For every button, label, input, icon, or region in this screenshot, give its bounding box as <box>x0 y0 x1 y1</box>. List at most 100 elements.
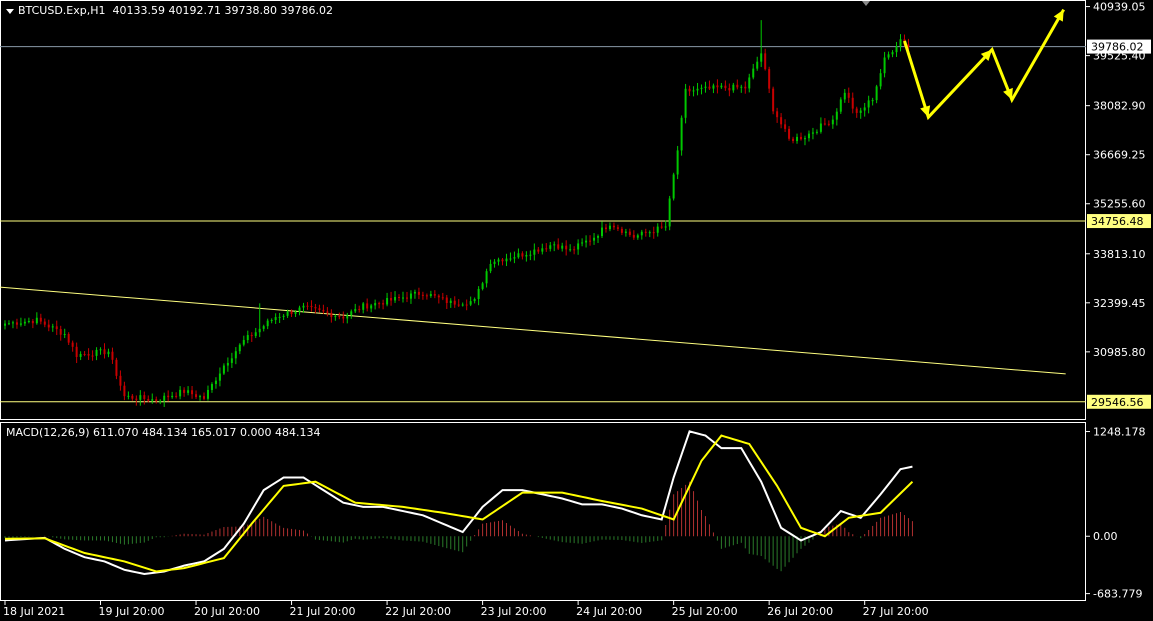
candle-body[interactable] <box>465 304 468 306</box>
candle-body[interactable] <box>417 291 420 295</box>
candle-body[interactable] <box>413 291 416 294</box>
candle-body[interactable] <box>585 240 588 243</box>
candle-body[interactable] <box>441 297 444 299</box>
candle-body[interactable] <box>843 92 846 100</box>
candle-body[interactable] <box>839 99 842 112</box>
candle-body[interactable] <box>143 395 146 399</box>
macd-main-line[interactable] <box>4 430 913 576</box>
candle-body[interactable] <box>879 73 882 87</box>
candle-body[interactable] <box>784 124 787 129</box>
candle-body[interactable] <box>254 332 257 336</box>
candle-body[interactable] <box>660 226 663 228</box>
candle-body[interactable] <box>31 320 34 324</box>
candle-body[interactable] <box>358 308 361 310</box>
candle-body[interactable] <box>282 315 285 317</box>
candle-body[interactable] <box>55 326 58 330</box>
candle-body[interactable] <box>191 390 194 395</box>
candle-body[interactable] <box>27 320 30 322</box>
candle-body[interactable] <box>477 288 480 299</box>
candle-body[interactable] <box>569 249 572 251</box>
candle-body[interactable] <box>199 396 202 398</box>
candle-body[interactable] <box>676 150 679 175</box>
candle-body[interactable] <box>620 228 623 233</box>
candle-body[interactable] <box>238 344 241 352</box>
candle-body[interactable] <box>529 254 532 256</box>
candle-body[interactable] <box>863 107 866 111</box>
candle-body[interactable] <box>195 394 198 398</box>
candle-body[interactable] <box>577 243 580 250</box>
candle-body[interactable] <box>549 245 552 249</box>
candle-body[interactable] <box>51 326 54 328</box>
candle-body[interactable] <box>242 340 245 345</box>
candle-body[interactable] <box>807 133 810 139</box>
candle-body[interactable] <box>394 296 397 301</box>
candle-body[interactable] <box>39 317 42 322</box>
candle-body[interactable] <box>306 305 309 307</box>
candle-body[interactable] <box>740 86 743 88</box>
candle-body[interactable] <box>187 390 190 393</box>
candle-body[interactable] <box>322 309 325 312</box>
candle-body[interactable] <box>226 362 229 366</box>
candle-body[interactable] <box>736 84 739 88</box>
candle-body[interactable] <box>883 57 886 74</box>
candle-body[interactable] <box>179 389 182 397</box>
candle-body[interactable] <box>99 349 102 351</box>
candle-body[interactable] <box>258 328 261 333</box>
candle-body[interactable] <box>764 53 767 70</box>
candle-body[interactable] <box>672 174 675 199</box>
candle-body[interactable] <box>222 365 225 374</box>
candle-body[interactable] <box>664 226 667 228</box>
candle-body[interactable] <box>171 395 174 398</box>
candle-body[interactable] <box>768 69 771 89</box>
macd-panel[interactable] <box>4 430 914 576</box>
candle-body[interactable] <box>688 88 691 92</box>
candle-body[interactable] <box>119 375 122 386</box>
candle-body[interactable] <box>636 235 639 238</box>
candle-body[interactable] <box>696 88 699 91</box>
candle-body[interactable] <box>445 297 448 303</box>
candle-body[interactable] <box>632 234 635 238</box>
candle-body[interactable] <box>644 231 647 233</box>
candle-body[interactable] <box>533 249 536 255</box>
candle-body[interactable] <box>684 88 687 118</box>
candle-body[interactable] <box>115 359 118 376</box>
candle-body[interactable] <box>262 326 265 329</box>
candle-body[interactable] <box>390 297 393 301</box>
candle-body[interactable] <box>891 52 894 55</box>
candle-body[interactable] <box>457 304 460 306</box>
candle-body[interactable] <box>867 100 870 108</box>
candle-body[interactable] <box>366 303 369 309</box>
candle-body[interactable] <box>827 123 830 125</box>
candle-body[interactable] <box>517 253 520 258</box>
candle-body[interactable] <box>692 90 695 92</box>
candle-body[interactable] <box>342 316 345 319</box>
candle-body[interactable] <box>493 261 496 264</box>
candle-body[interactable] <box>274 317 277 321</box>
candle-body[interactable] <box>338 316 341 318</box>
candle-body[interactable] <box>907 44 910 47</box>
candle-body[interactable] <box>811 132 814 134</box>
candle-body[interactable] <box>314 307 317 309</box>
candle-body[interactable] <box>453 300 456 305</box>
candle-body[interactable] <box>800 136 802 140</box>
candle-body[interactable] <box>899 39 902 47</box>
candle-body[interactable] <box>501 259 504 262</box>
candle-body[interactable] <box>151 399 154 401</box>
candle-body[interactable] <box>608 225 611 230</box>
candle-body[interactable] <box>545 248 548 250</box>
candle-body[interactable] <box>59 329 62 335</box>
candle-body[interactable] <box>819 123 822 132</box>
candle-body[interactable] <box>310 305 313 308</box>
candle-body[interactable] <box>481 283 484 289</box>
candle-body[interactable] <box>286 311 289 316</box>
candle-body[interactable] <box>203 396 205 399</box>
candle-body[interactable] <box>67 334 70 343</box>
candle-body[interactable] <box>123 385 126 397</box>
candle-body[interactable] <box>656 226 659 233</box>
candle-body[interactable] <box>589 240 592 242</box>
candle-body[interactable] <box>35 317 38 324</box>
candle-body[interactable] <box>362 303 365 310</box>
candle-body[interactable] <box>210 384 213 390</box>
candle-body[interactable] <box>350 311 353 316</box>
candle-body[interactable] <box>354 308 357 312</box>
